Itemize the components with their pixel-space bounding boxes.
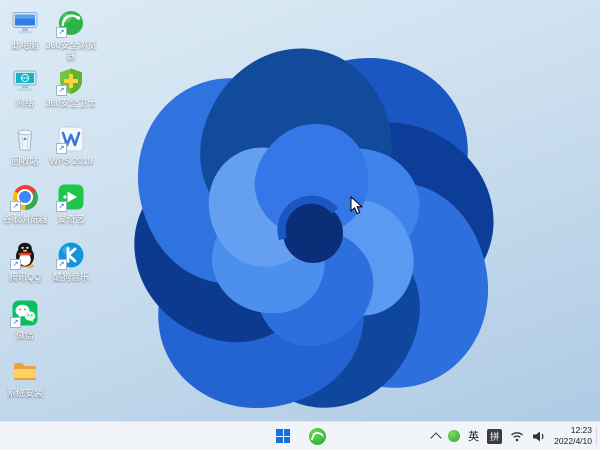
taskbar: 英 拼 12:23 2022/4/10	[0, 421, 600, 450]
ime-pinyin-indicator[interactable]: 拼	[487, 428, 503, 444]
start-button[interactable]	[272, 425, 294, 447]
desktop-icon-label: 系统安装	[6, 388, 43, 398]
desktop-icon-wechat[interactable]: 微信	[0, 298, 52, 341]
network-icon[interactable]	[510, 430, 524, 442]
desktop[interactable]: 此电脑 网络 回收站 ↗ 谷歌浏览器 ↗ 腾讯QQ ↗ 微信 系统安装 ↗ 36…	[0, 0, 600, 450]
iqiyi-icon	[56, 182, 86, 212]
360-browser-icon	[56, 8, 86, 38]
chevron-up-icon[interactable]	[430, 431, 442, 444]
desktop-icon-wps-2019[interactable]: WPS 2019	[44, 124, 98, 167]
recycle-bin-icon	[10, 124, 40, 154]
volume-icon[interactable]	[532, 430, 546, 443]
this-pc-icon	[10, 8, 40, 38]
desktop-icon-label: 360安全浏览器	[45, 40, 97, 61]
desktop-icon-label: 爱奇艺	[57, 214, 85, 224]
shortcut-arrow-badge	[10, 317, 21, 328]
desktop-icon-label: 腾讯QQ	[8, 272, 41, 282]
desktop-icon-label: 网络	[15, 98, 34, 108]
folder-icon	[10, 356, 40, 386]
wps-icon	[56, 124, 86, 154]
system-tray: 英 拼 12:23 2022/4/10	[430, 422, 592, 450]
desktop-icon-install-folder[interactable]: 系统安装	[0, 356, 52, 399]
windows-bloom-wallpaper	[98, 28, 530, 423]
360-tray-icon[interactable]	[448, 430, 461, 442]
desktop-icon-label: 酷狗音乐	[52, 272, 89, 282]
360-safe-icon	[56, 66, 86, 96]
network-icon	[10, 66, 40, 96]
desktop-icon-360-browser[interactable]: 360安全浏览器	[44, 8, 98, 62]
desktop-icon-label: 此电脑	[11, 40, 39, 50]
kugou-icon	[56, 240, 86, 270]
shortcut-arrow-badge	[56, 143, 67, 154]
desktop-icon-kugou[interactable]: 酷狗音乐	[44, 240, 98, 283]
shortcut-arrow-badge	[56, 27, 67, 38]
desktop-icon-label: 回收站	[11, 156, 39, 166]
shortcut-arrow-badge	[56, 201, 67, 212]
shortcut-arrow-badge	[10, 201, 21, 212]
chrome-icon	[10, 182, 40, 212]
taskbar-app-360-browser[interactable]	[306, 425, 328, 447]
desktop-icon-label: 360安全卫士	[45, 98, 97, 108]
desktop-icon-label: 微信	[15, 330, 34, 340]
desktop-icon-iqiyi[interactable]: 爱奇艺	[44, 182, 98, 225]
shortcut-arrow-badge	[56, 259, 67, 270]
desktop-icon-label: 谷歌浏览器	[2, 214, 48, 224]
show-desktop-button[interactable]	[596, 426, 600, 446]
qq-icon	[10, 240, 40, 270]
windows-logo-icon	[276, 429, 290, 443]
desktop-icon-360-safe[interactable]: 360安全卫士	[44, 66, 98, 109]
taskbar-clock[interactable]: 12:23 2022/4/10	[554, 425, 592, 447]
mouse-cursor	[350, 196, 363, 215]
shortcut-arrow-badge	[10, 259, 21, 270]
desktop-icon-label: WPS 2019	[49, 156, 93, 166]
shortcut-arrow-badge	[56, 85, 67, 96]
wechat-icon	[10, 298, 40, 328]
ime-language-indicator[interactable]: 英	[468, 428, 479, 444]
360-browser-icon	[308, 427, 326, 445]
tray-time: 12:23	[570, 424, 592, 435]
tray-date: 2022/4/10	[554, 436, 592, 446]
